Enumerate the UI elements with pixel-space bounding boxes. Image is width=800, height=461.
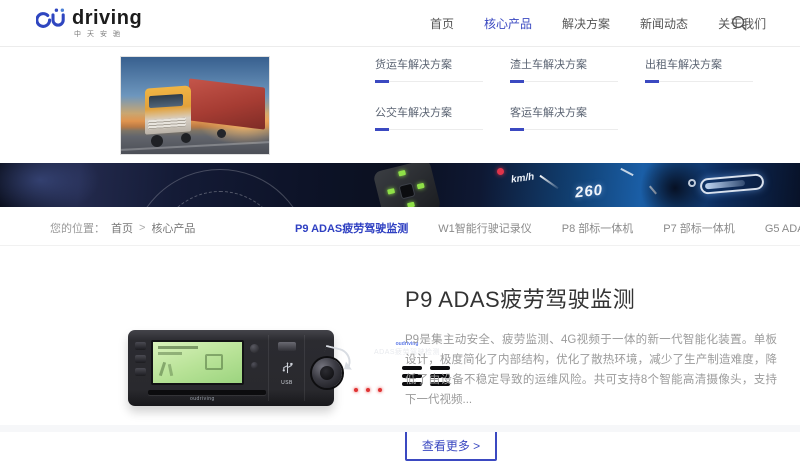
breadcrumb-separator: > xyxy=(139,222,145,234)
device-divider xyxy=(304,335,305,401)
product-description: P9是集主动安全、疲劳监测、4G视频于一体的新一代智能化装置。单板设计，极度简化… xyxy=(405,330,777,410)
truck-windshield xyxy=(149,94,183,108)
truck-wheel xyxy=(181,133,191,143)
search-icon[interactable] xyxy=(730,14,748,32)
logo-word: driving xyxy=(72,7,142,29)
nav-item-core-products[interactable]: 核心产品 xyxy=(484,15,532,32)
breadcrumb: 您的位置： 首页 > 核心产品 xyxy=(50,220,195,236)
kmh-unit: km/h xyxy=(510,171,535,185)
truck-wheel xyxy=(151,135,163,147)
link-passenger-solution[interactable]: 客运车解决方案 xyxy=(510,104,645,152)
truck-wheel xyxy=(217,129,226,138)
device-knob xyxy=(312,358,342,388)
logo-text: driving 中天安驰 xyxy=(72,7,142,39)
header: driving 中天安驰 首页 核心产品 解决方案 新闻动态 关于我们 xyxy=(0,0,800,47)
logo-icon xyxy=(36,7,70,33)
link-bus-solution[interactable]: 公交车解决方案 xyxy=(375,104,510,152)
logo[interactable]: driving 中天安驰 xyxy=(36,7,142,39)
hero-banner: km/h 260 xyxy=(0,163,800,207)
nav-item-home[interactable]: 首页 xyxy=(430,15,454,32)
link-freight-solution[interactable]: 货运车解决方案 xyxy=(375,56,510,104)
tab-g5-adas[interactable]: G5 ADAS疲劳驾驶监测 xyxy=(765,220,800,236)
mega-menu: 货运车解决方案 渣土车解决方案 出租车解决方案 公交车解决方案 客运车解决方案 xyxy=(0,48,800,163)
device-card-slot xyxy=(148,390,266,395)
tab-bar: 您的位置： 首页 > 核心产品 P9 ADAS疲劳驾驶监测 W1智能行驶记录仪 … xyxy=(0,207,800,246)
steering-control-pad xyxy=(373,163,442,207)
link-taxi-solution[interactable]: 出租车解决方案 xyxy=(645,56,780,104)
tab-p7-terminal[interactable]: P7 部标一体机 xyxy=(663,220,735,236)
tab-p9-adas[interactable]: P9 ADAS疲劳驾驶监测 xyxy=(295,220,408,236)
product-tabs: P9 ADAS疲劳驾驶监测 W1智能行驶记录仪 P8 部标一体机 P7 部标一体… xyxy=(295,220,800,236)
tab-p8-terminal[interactable]: P8 部标一体机 xyxy=(562,220,634,236)
breadcrumb-home[interactable]: 首页 xyxy=(111,220,133,236)
nav-item-solutions[interactable]: 解决方案 xyxy=(562,15,610,32)
link-label: 出租车解决方案 xyxy=(645,56,780,72)
usb-label: USB xyxy=(279,380,295,386)
link-label: 客运车解决方案 xyxy=(510,104,645,120)
logo-subtitle: 中天安驰 xyxy=(74,29,142,39)
device-port xyxy=(278,342,296,351)
link-dump-truck-solution[interactable]: 渣土车解决方案 xyxy=(510,56,645,104)
dashboard-red-light xyxy=(497,168,504,175)
speed-value: 260 xyxy=(574,182,604,202)
link-underline xyxy=(375,81,483,82)
product-image-device: oudriving USB oudriving ADAS疲劳驾驶检测 xyxy=(128,330,334,406)
nav-item-news[interactable]: 新闻动态 xyxy=(640,15,688,32)
link-label: 渣土车解决方案 xyxy=(510,56,645,72)
hero-bokeh xyxy=(0,163,100,207)
device-lcd-screen xyxy=(151,340,244,385)
link-label: 公交车解决方案 xyxy=(375,104,510,120)
link-underline xyxy=(375,129,483,130)
next-section-edge xyxy=(0,425,800,432)
gauge-tick xyxy=(620,168,633,176)
product-title: P9 ADAS疲劳驾驶监测 xyxy=(405,282,777,314)
device-buttons xyxy=(135,342,146,376)
device-leds xyxy=(354,388,382,392)
page: driving 中天安驰 首页 核心产品 解决方案 新闻动态 关于我们 xyxy=(0,0,800,432)
view-more-button[interactable]: 查看更多 > xyxy=(405,430,497,461)
device-divider xyxy=(268,335,269,401)
link-underline xyxy=(510,81,618,82)
main-nav: 首页 核心产品 解决方案 新闻动态 关于我们 xyxy=(430,0,766,47)
device-round-button xyxy=(250,344,259,353)
device-brand-small: oudriving xyxy=(190,396,215,402)
solution-links: 货运车解决方案 渣土车解决方案 出租车解决方案 公交车解决方案 客运车解决方案 xyxy=(375,56,780,152)
device-round-button xyxy=(251,362,258,369)
link-underline xyxy=(645,81,753,82)
product-section: oudriving USB oudriving ADAS疲劳驾驶检测 P9 AD… xyxy=(0,246,800,425)
breadcrumb-current[interactable]: 核心产品 xyxy=(151,220,195,236)
usb-icon: USB xyxy=(279,362,295,384)
link-label: 货运车解决方案 xyxy=(375,56,510,72)
link-underline xyxy=(510,129,618,130)
truck-photo xyxy=(120,56,270,155)
product-info: P9 ADAS疲劳驾驶监测 P9是集主动安全、疲劳监测、4G视频于一体的新一代智… xyxy=(405,282,777,461)
breadcrumb-prefix: 您的位置： xyxy=(50,220,105,236)
gauge-needle xyxy=(539,175,558,189)
tab-w1-recorder[interactable]: W1智能行驶记录仪 xyxy=(438,220,532,236)
